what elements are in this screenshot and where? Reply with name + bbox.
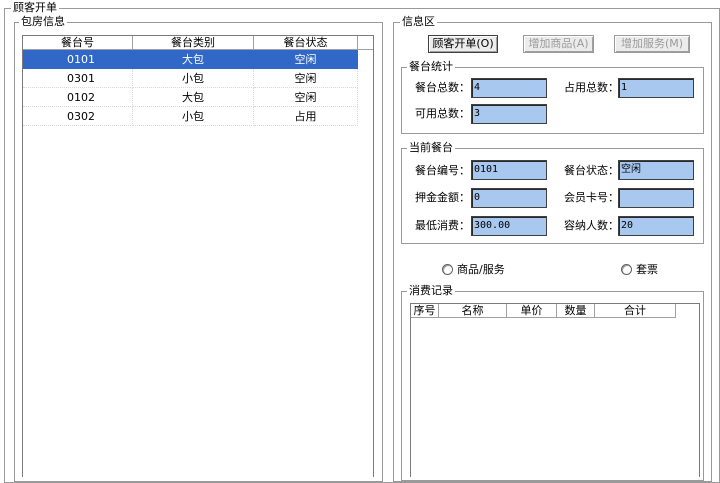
cell-room-status: 占用	[254, 107, 358, 126]
table-row[interactable]: 0101 大包 空闲	[23, 50, 373, 69]
column-header-name[interactable]: 名称	[439, 304, 507, 318]
current-table-title: 当前餐台	[407, 141, 455, 155]
column-header-unit-price[interactable]: 单价	[507, 304, 557, 318]
column-header-quantity[interactable]: 数量	[557, 304, 595, 318]
table-status-field[interactable]: 空闲	[618, 160, 694, 180]
table-row[interactable]: 0302 小包 占用	[23, 107, 373, 126]
radio-circle-icon	[621, 263, 632, 275]
cell-room-type: 大包	[133, 50, 254, 69]
total-tables-label: 餐台总数：	[415, 81, 470, 94]
min-consumption-field[interactable]: 300.00	[471, 216, 547, 236]
cell-room-status: 空闲	[254, 50, 358, 69]
cell-room-number: 0102	[23, 88, 133, 107]
table-status-label: 餐台状态：	[564, 164, 619, 177]
add-service-button[interactable]: 增加服务(M)	[614, 35, 690, 53]
capacity-field[interactable]: 20	[618, 216, 694, 236]
occupied-total-label: 占用总数：	[564, 81, 619, 94]
info-area-title: 信息区	[400, 15, 437, 29]
deposit-amount-field[interactable]: 0	[471, 188, 547, 208]
cell-room-type: 大包	[133, 88, 254, 107]
open-order-button[interactable]: 顾客开单(O)	[428, 35, 498, 53]
table-number-field[interactable]: 0101	[471, 160, 547, 180]
column-header-index[interactable]: 序号	[411, 304, 439, 318]
radio-circle-icon	[442, 263, 453, 275]
goods-service-radio-label: 商品/服务	[457, 263, 505, 276]
consumption-list[interactable]: 序号 名称 单价 数量 合计	[410, 303, 700, 477]
min-consumption-label: 最低消费：	[415, 219, 470, 232]
deposit-amount-label: 押金金额：	[415, 191, 470, 204]
cell-room-type: 小包	[133, 107, 254, 126]
capacity-label: 容纳人数：	[564, 219, 619, 232]
available-total-field[interactable]: 3	[471, 104, 547, 124]
table-number-label: 餐台编号：	[415, 164, 470, 177]
member-card-label: 会员卡号：	[564, 191, 619, 204]
cell-room-status: 空闲	[254, 69, 358, 88]
add-goods-button[interactable]: 增加商品(A)	[523, 35, 594, 53]
room-list[interactable]: 餐台号 餐台类别 餐台状态 0101 大包 空闲 0301 小包 空闲 0102…	[22, 35, 374, 477]
column-header-room-number[interactable]: 餐台号	[23, 36, 133, 50]
frame-title: 顾客开单	[11, 1, 59, 15]
member-card-field[interactable]	[618, 188, 694, 208]
consumption-records-title: 消费记录	[407, 284, 455, 298]
total-tables-field[interactable]: 4	[471, 78, 547, 98]
cell-room-number: 0302	[23, 107, 133, 126]
package-radio[interactable]: 套票	[621, 261, 658, 277]
column-header-room-status[interactable]: 餐台状态	[254, 36, 358, 50]
cell-room-type: 小包	[133, 69, 254, 88]
cell-room-status: 空闲	[254, 88, 358, 107]
occupied-total-field[interactable]: 1	[618, 78, 694, 98]
table-row[interactable]: 0301 小包 空闲	[23, 69, 373, 88]
column-header-total[interactable]: 合计	[595, 304, 676, 318]
goods-service-radio[interactable]: 商品/服务	[442, 261, 505, 277]
consumption-list-header: 序号 名称 单价 数量 合计	[411, 304, 699, 318]
column-header-room-type[interactable]: 餐台类别	[133, 36, 254, 50]
room-list-header: 餐台号 餐台类别 餐台状态	[23, 36, 373, 50]
table-stats-title: 餐台统计	[407, 60, 455, 74]
available-total-label: 可用总数：	[415, 107, 470, 120]
room-info-title: 包房信息	[19, 15, 67, 29]
package-radio-label: 套票	[636, 263, 658, 276]
table-row[interactable]: 0102 大包 空闲	[23, 88, 373, 107]
cell-room-number: 0101	[23, 50, 133, 69]
cell-room-number: 0301	[23, 69, 133, 88]
